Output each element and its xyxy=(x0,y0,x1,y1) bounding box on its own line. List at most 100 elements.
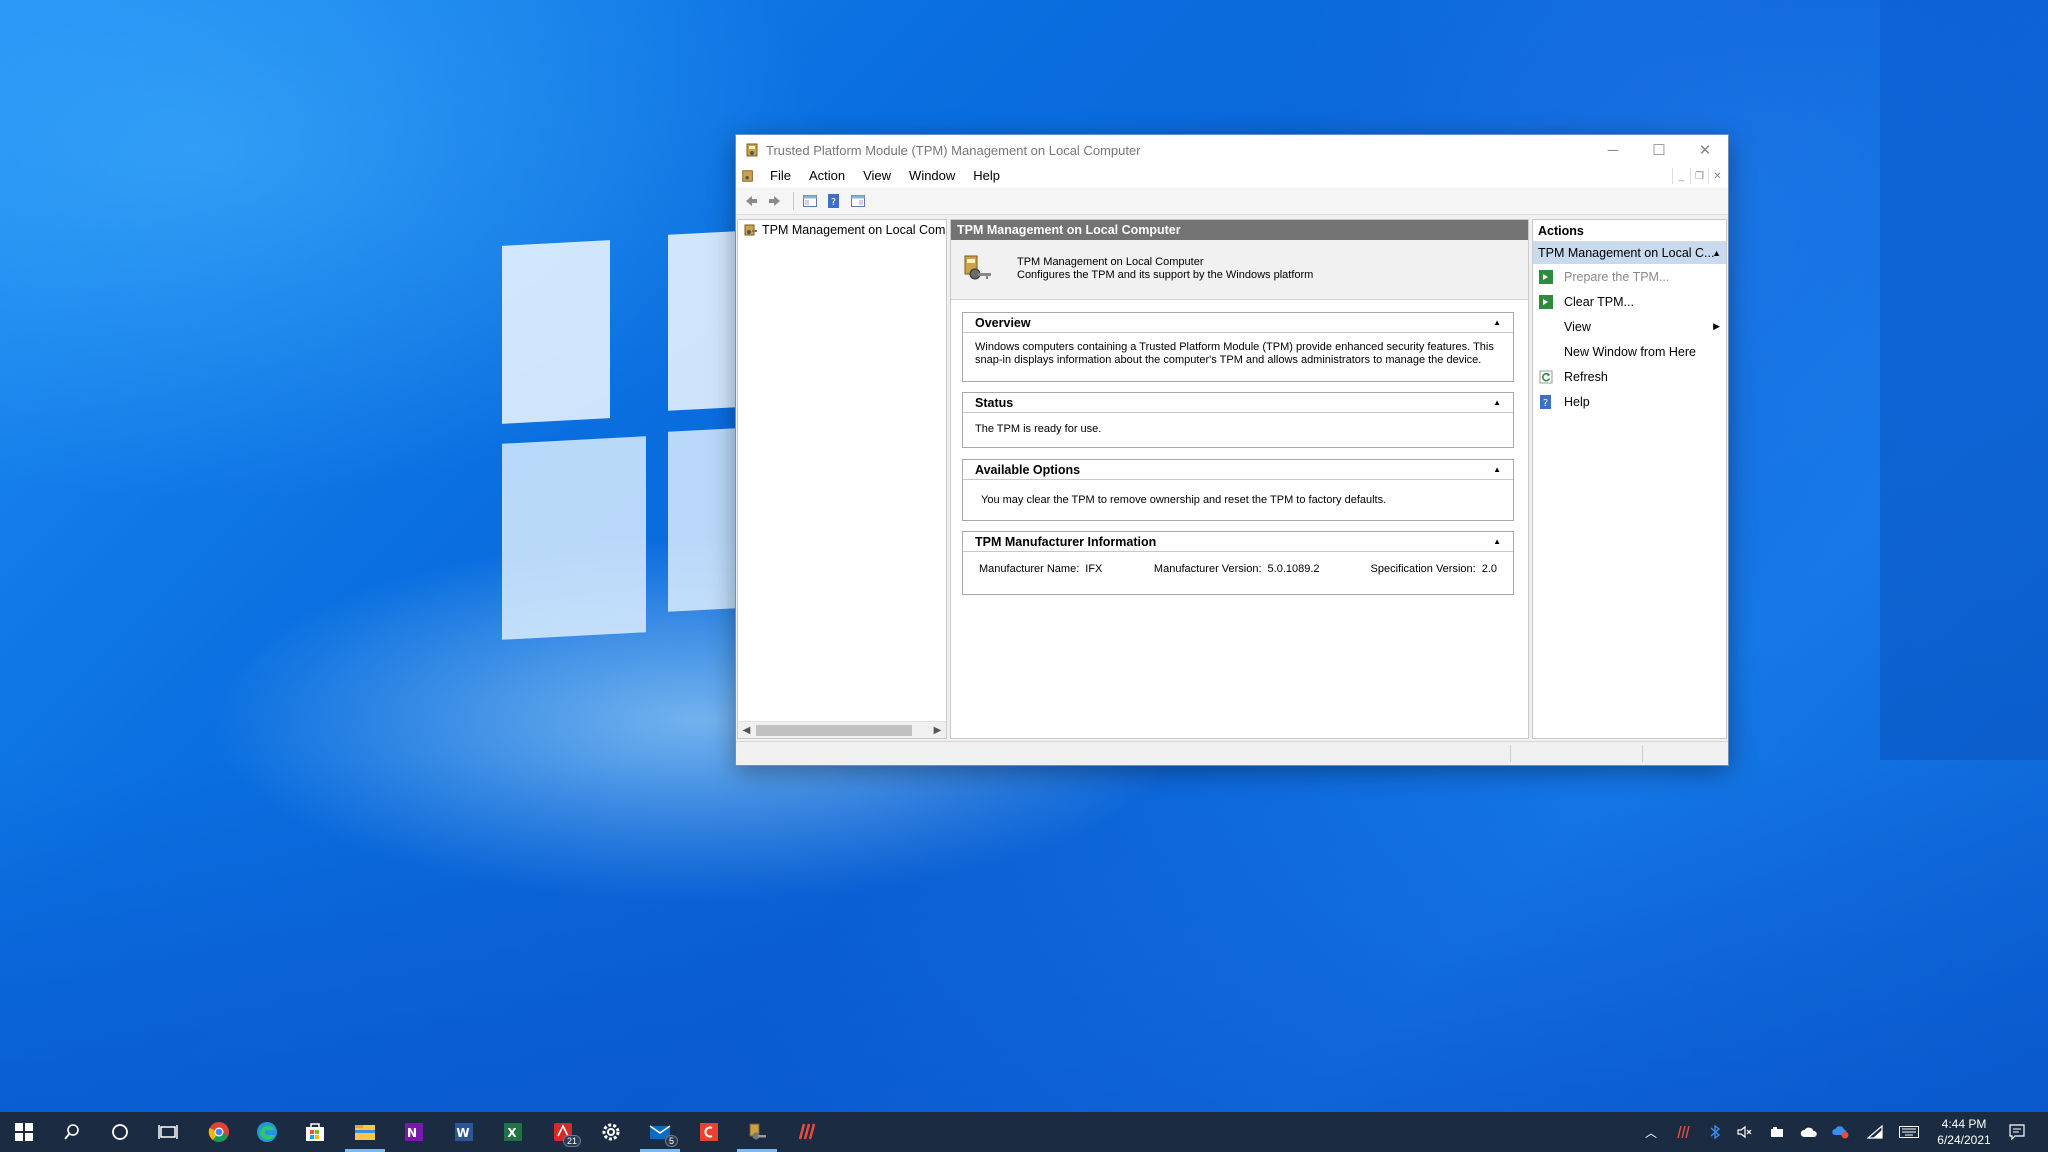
action-prepare-tpm[interactable]: Prepare the TPM... xyxy=(1533,264,1726,289)
mail-button[interactable]: 5 xyxy=(636,1112,684,1152)
tpm-app-button[interactable] xyxy=(733,1112,781,1152)
network-button[interactable] xyxy=(1864,1112,1886,1152)
collapse-icon[interactable]: ▲ xyxy=(1493,532,1501,552)
show-hide-console-tree-button[interactable] xyxy=(799,190,821,212)
clock-time: 4:44 PM xyxy=(1941,1117,1987,1131)
onedrive-button[interactable] xyxy=(1798,1112,1820,1152)
refresh-icon xyxy=(1539,370,1553,383)
scroll-right-icon[interactable]: ▶ xyxy=(929,722,946,739)
wallpaper-logo-pane xyxy=(668,428,736,612)
tray-winrar-button[interactable] xyxy=(1672,1112,1694,1152)
onedrive-error-button[interactable] xyxy=(1830,1112,1852,1152)
minimize-button[interactable]: ─ xyxy=(1590,135,1636,165)
file-explorer-button[interactable] xyxy=(341,1112,389,1152)
available-options-header[interactable]: Available Options ▲ xyxy=(963,460,1513,480)
show-hidden-icons-button[interactable]: ︿ xyxy=(1640,1112,1662,1152)
collapse-icon[interactable]: ▲ xyxy=(1493,313,1501,333)
mail-badge: 5 xyxy=(664,1135,678,1147)
svg-text:X: X xyxy=(507,1126,517,1140)
onenote-icon: N xyxy=(405,1123,423,1141)
clock[interactable]: 4:44 PM 6/24/2021 xyxy=(1912,1116,2016,1148)
store-button[interactable] xyxy=(291,1112,339,1152)
show-hide-action-pane-button[interactable] xyxy=(847,190,869,212)
tpm-chip-icon xyxy=(746,143,758,157)
manufacturer-info-row: Manufacturer Name: IFX Manufacturer Vers… xyxy=(963,552,1513,584)
close-button[interactable]: ✕ xyxy=(1682,135,1728,165)
onenote-button[interactable]: N xyxy=(390,1112,438,1152)
horizontal-scrollbar[interactable]: ◀ ▶ xyxy=(738,721,946,738)
forward-button[interactable] xyxy=(764,190,786,212)
manufacturer-info-header[interactable]: TPM Manufacturer Information ▲ xyxy=(963,532,1513,552)
excel-button[interactable]: X xyxy=(489,1112,537,1152)
menu-window[interactable]: Window xyxy=(900,165,964,187)
action-help[interactable]: ? Help xyxy=(1533,389,1726,414)
svg-text:?: ? xyxy=(831,197,836,208)
help-icon: ? xyxy=(828,193,839,208)
clock-date: 6/24/2021 xyxy=(1937,1133,1991,1147)
actions-group-tpm-management[interactable]: TPM Management on Local C... ▲ xyxy=(1533,242,1726,264)
manufacturer-info-section: TPM Manufacturer Information ▲ Manufactu… xyxy=(962,531,1514,595)
winrar-button[interactable] xyxy=(783,1112,831,1152)
red-app-button[interactable] xyxy=(685,1112,733,1152)
toolbar-separator xyxy=(793,191,794,210)
action-center-button[interactable] xyxy=(2004,1112,2030,1152)
task-view-button[interactable] xyxy=(144,1112,192,1152)
store-icon xyxy=(306,1123,324,1141)
search-icon xyxy=(64,1124,79,1140)
bluetooth-button[interactable] xyxy=(1704,1112,1726,1152)
action-view[interactable]: View ▶ xyxy=(1533,314,1726,339)
volume-muted-icon xyxy=(1737,1125,1752,1139)
winrar-icon xyxy=(798,1123,816,1140)
search-button[interactable] xyxy=(48,1112,96,1152)
mdi-restore-button[interactable]: ❐ xyxy=(1690,168,1708,184)
actions-pane: Actions TPM Management on Local C... ▲ P… xyxy=(1532,219,1727,739)
settings-icon xyxy=(602,1123,620,1141)
manufacturer-name-value: IFX xyxy=(1085,563,1103,575)
wallpaper-logo-pane xyxy=(502,436,646,640)
mdi-minimize-button[interactable]: _ xyxy=(1672,168,1690,184)
cortana-button[interactable] xyxy=(96,1112,144,1152)
intro-description: Configures the TPM and its support by th… xyxy=(1017,269,1314,281)
svg-text:W: W xyxy=(456,1126,469,1140)
mmc-document-icon[interactable] xyxy=(741,169,755,183)
action-new-window[interactable]: New Window from Here xyxy=(1533,339,1726,364)
action-clear-tpm[interactable]: Clear TPM... xyxy=(1533,289,1726,314)
start-button[interactable] xyxy=(0,1112,48,1152)
status-text: The TPM is ready for use. xyxy=(975,423,1102,435)
manufacturer-version-value: 5.0.1089.2 xyxy=(1267,563,1320,575)
file-explorer-icon xyxy=(355,1125,375,1140)
chrome-button[interactable] xyxy=(195,1112,243,1152)
collapse-icon[interactable]: ▲ xyxy=(1493,460,1501,480)
word-button[interactable]: W xyxy=(440,1112,488,1152)
collapse-icon[interactable]: ▲ xyxy=(1712,242,1721,264)
menu-help[interactable]: Help xyxy=(964,165,1009,187)
tree-item-tpm-management[interactable]: TPM Management on Local Comp xyxy=(738,220,946,240)
back-button[interactable] xyxy=(740,190,762,212)
scrollbar-thumb[interactable] xyxy=(756,725,912,736)
edge-button[interactable] xyxy=(243,1112,291,1152)
action-refresh[interactable]: Refresh xyxy=(1533,364,1726,389)
menu-view[interactable]: View xyxy=(854,165,900,187)
overview-header[interactable]: Overview ▲ xyxy=(963,313,1513,333)
available-options-title: Available Options xyxy=(975,463,1081,477)
menu-action[interactable]: Action xyxy=(800,165,854,187)
tpm-key-chip-icon xyxy=(964,255,991,280)
bluetooth-icon xyxy=(1710,1124,1721,1140)
action-label: Help xyxy=(1564,394,1590,409)
overview-body: Windows computers containing a Trusted P… xyxy=(963,333,1513,373)
maximize-button[interactable]: ☐ xyxy=(1636,135,1682,165)
status-bar xyxy=(736,741,1728,765)
mdi-close-button[interactable]: ✕ xyxy=(1708,168,1726,184)
tray-device-button[interactable] xyxy=(1766,1112,1788,1152)
help-button[interactable]: ? xyxy=(823,190,845,212)
volume-button[interactable] xyxy=(1734,1112,1756,1152)
collapse-icon[interactable]: ▲ xyxy=(1493,393,1501,413)
svg-text:N: N xyxy=(407,1126,417,1140)
status-header[interactable]: Status ▲ xyxy=(963,393,1513,413)
menu-file[interactable]: File xyxy=(761,165,800,187)
scroll-left-icon[interactable]: ◀ xyxy=(738,722,755,739)
settings-button[interactable] xyxy=(587,1112,635,1152)
wallpaper-wall xyxy=(1880,0,2048,760)
title-bar[interactable]: Trusted Platform Module (TPM) Management… xyxy=(736,135,1728,165)
acrobat-button[interactable]: 21 xyxy=(539,1112,587,1152)
